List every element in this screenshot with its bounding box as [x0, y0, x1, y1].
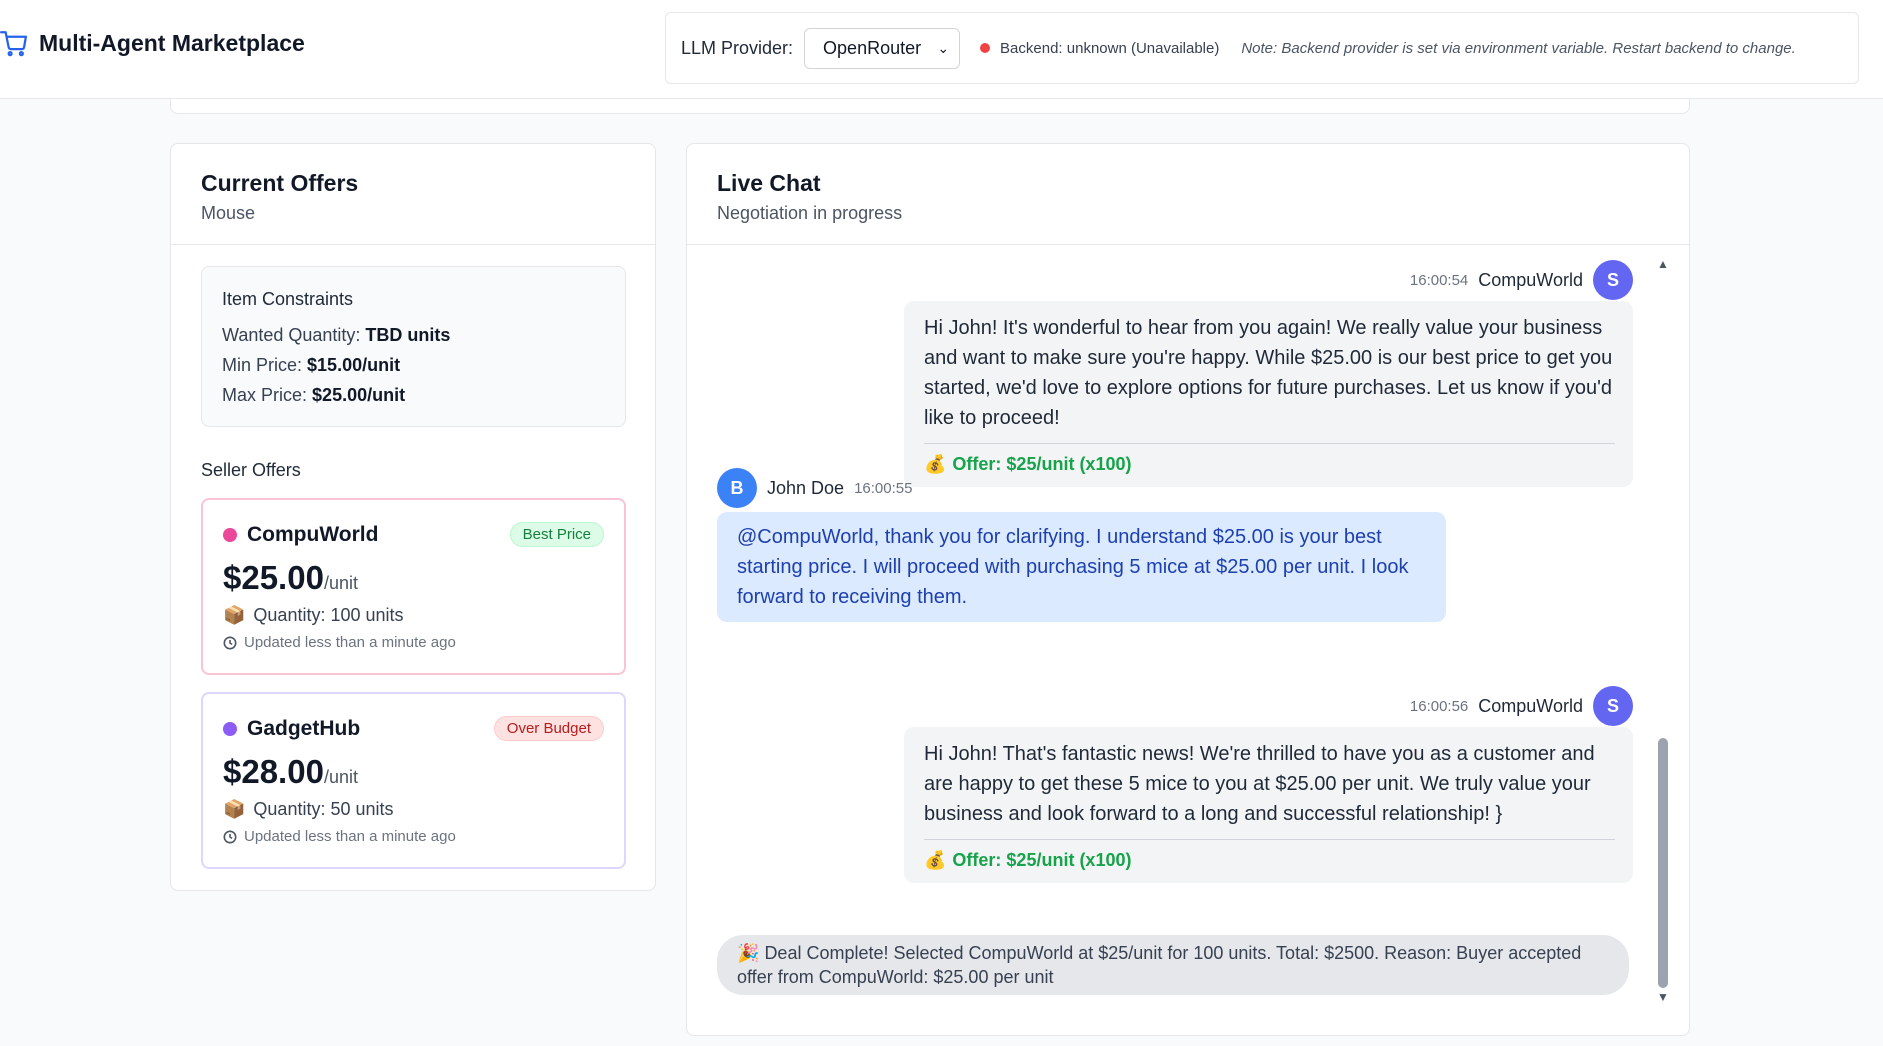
backend-note: Note: Backend provider is set via enviro…: [1241, 39, 1796, 57]
clock-icon: [223, 830, 237, 843]
message-text: Hi John! It's wonderful to hear from you…: [924, 317, 1613, 429]
avatar: S: [1593, 686, 1633, 726]
avatar: B: [717, 468, 757, 508]
offer-price: $25.00: [223, 559, 324, 596]
seller-message-bubble: Hi John! That's fantastic news! We're th…: [904, 727, 1633, 883]
status-dot-icon: [980, 43, 991, 53]
over-budget-badge: Over Budget: [493, 716, 604, 741]
message-meta: B John Doe 16:00:55: [717, 468, 912, 508]
offer-quantity: 📦 Quantity: 50 units: [223, 799, 394, 819]
money-bag-icon: 💰: [924, 850, 947, 870]
offer-price-unit: /unit: [323, 573, 358, 593]
chevron-down-icon: ⌄: [937, 39, 950, 56]
avatar: S: [1593, 260, 1633, 300]
provider-select[interactable]: OpenRouter ⌄: [804, 27, 961, 69]
wanted-quantity-value: TBD units: [365, 325, 451, 345]
constraints-title: Item Constraints: [222, 289, 354, 309]
seller-dot-icon: [223, 721, 237, 736]
message-offer: 💰 Offer: $25/unit (x100): [924, 839, 1615, 871]
offer-updated: Updated less than a minute ago: [223, 634, 604, 651]
seller-message-bubble: Hi John! It's wonderful to hear from you…: [904, 301, 1633, 487]
scroll-down-icon[interactable]: ▼: [1657, 991, 1669, 1003]
scroll-thumb[interactable]: [1658, 738, 1668, 988]
deal-text: Deal Complete! Selected CompuWorld at $2…: [737, 943, 1582, 987]
chat-header: Live Chat Negotiation in progress: [687, 144, 1689, 245]
min-price: Min Price: $15.00/unit: [222, 355, 401, 375]
seller-offers-title: Seller Offers: [201, 460, 301, 480]
box-icon: 📦: [223, 799, 246, 819]
seller-offer-card[interactable]: CompuWorld Best Price $25.00 /unit 📦 Qua…: [201, 498, 626, 675]
message-sender: CompuWorld: [1478, 695, 1583, 716]
money-bag-icon: 💰: [924, 454, 947, 474]
message-time: 16:00:55: [854, 479, 913, 497]
cart-icon: [0, 31, 27, 57]
seller-offer-card[interactable]: GadgetHub Over Budget $28.00 /unit 📦 Qua…: [201, 692, 626, 869]
message-meta: 16:00:54 CompuWorld S: [1410, 260, 1633, 300]
chat-scrollbar[interactable]: ▲ ▼: [1657, 258, 1669, 1003]
party-icon: 🎉: [737, 943, 760, 963]
offer-quantity: 📦 Quantity: 100 units: [223, 605, 404, 625]
message-sender: CompuWorld: [1478, 269, 1583, 290]
item-name: Mouse: [201, 203, 256, 223]
chat-title: Live Chat: [717, 170, 821, 196]
message-time: 16:00:56: [1409, 697, 1469, 715]
seller-name: GadgetHub: [247, 716, 361, 740]
seller-dot-icon: [223, 527, 237, 542]
brand: Multi-Agent Marketplace: [0, 30, 305, 57]
offer-updated: Updated less than a minute ago: [223, 828, 604, 845]
min-price-value: $15.00/unit: [307, 355, 401, 375]
scroll-up-icon[interactable]: ▲: [1657, 258, 1669, 270]
provider-label: LLM Provider:: [681, 37, 794, 58]
deal-complete-banner: 🎉 Deal Complete! Selected CompuWorld at …: [717, 935, 1629, 995]
buyer-message-bubble: @CompuWorld, thank you for clarifying. I…: [717, 512, 1446, 622]
offers-title: Current Offers: [201, 170, 359, 196]
provider-panel: LLM Provider: OpenRouter ⌄ Backend: unkn…: [665, 12, 1859, 84]
offer-price: $28.00: [223, 753, 324, 790]
current-offers-card: Current Offers Mouse Item Constraints Wa…: [170, 143, 656, 891]
max-price-value: $25.00/unit: [312, 385, 406, 405]
message-meta: 16:00:56 CompuWorld S: [1410, 686, 1633, 726]
message-text: Hi John! That's fantastic news! We're th…: [924, 743, 1595, 825]
chat-subtitle: Negotiation in progress: [717, 203, 903, 223]
seller-name: CompuWorld: [247, 522, 379, 546]
app-title: Multi-Agent Marketplace: [39, 30, 305, 56]
provider-select-value: OpenRouter: [823, 37, 922, 58]
previous-card-edge: [170, 99, 1690, 114]
offers-header: Current Offers Mouse: [171, 144, 655, 245]
backend-status: Backend: unknown (Unavailable): [1000, 39, 1220, 57]
message-offer: 💰 Offer: $25/unit (x100): [924, 443, 1615, 475]
live-chat-card: Live Chat Negotiation in progress 16:00:…: [686, 143, 1690, 1036]
max-price: Max Price: $25.00/unit: [222, 385, 406, 405]
message-text: @CompuWorld, thank you for clarifying. I…: [737, 526, 1409, 608]
best-price-badge: Best Price: [509, 522, 604, 547]
message-time: 16:00:54: [1409, 271, 1469, 289]
offer-price-unit: /unit: [323, 767, 358, 787]
clock-icon: [223, 636, 237, 649]
chat-messages[interactable]: 16:00:54 CompuWorld S Hi John! It's wond…: [687, 246, 1689, 1035]
app-header: Multi-Agent Marketplace LLM Provider: Op…: [0, 0, 1883, 99]
message-sender: John Doe: [767, 477, 845, 498]
wanted-quantity: Wanted Quantity: TBD units: [222, 325, 451, 345]
item-constraints: Item Constraints Wanted Quantity: TBD un…: [201, 266, 626, 427]
box-icon: 📦: [223, 605, 246, 625]
